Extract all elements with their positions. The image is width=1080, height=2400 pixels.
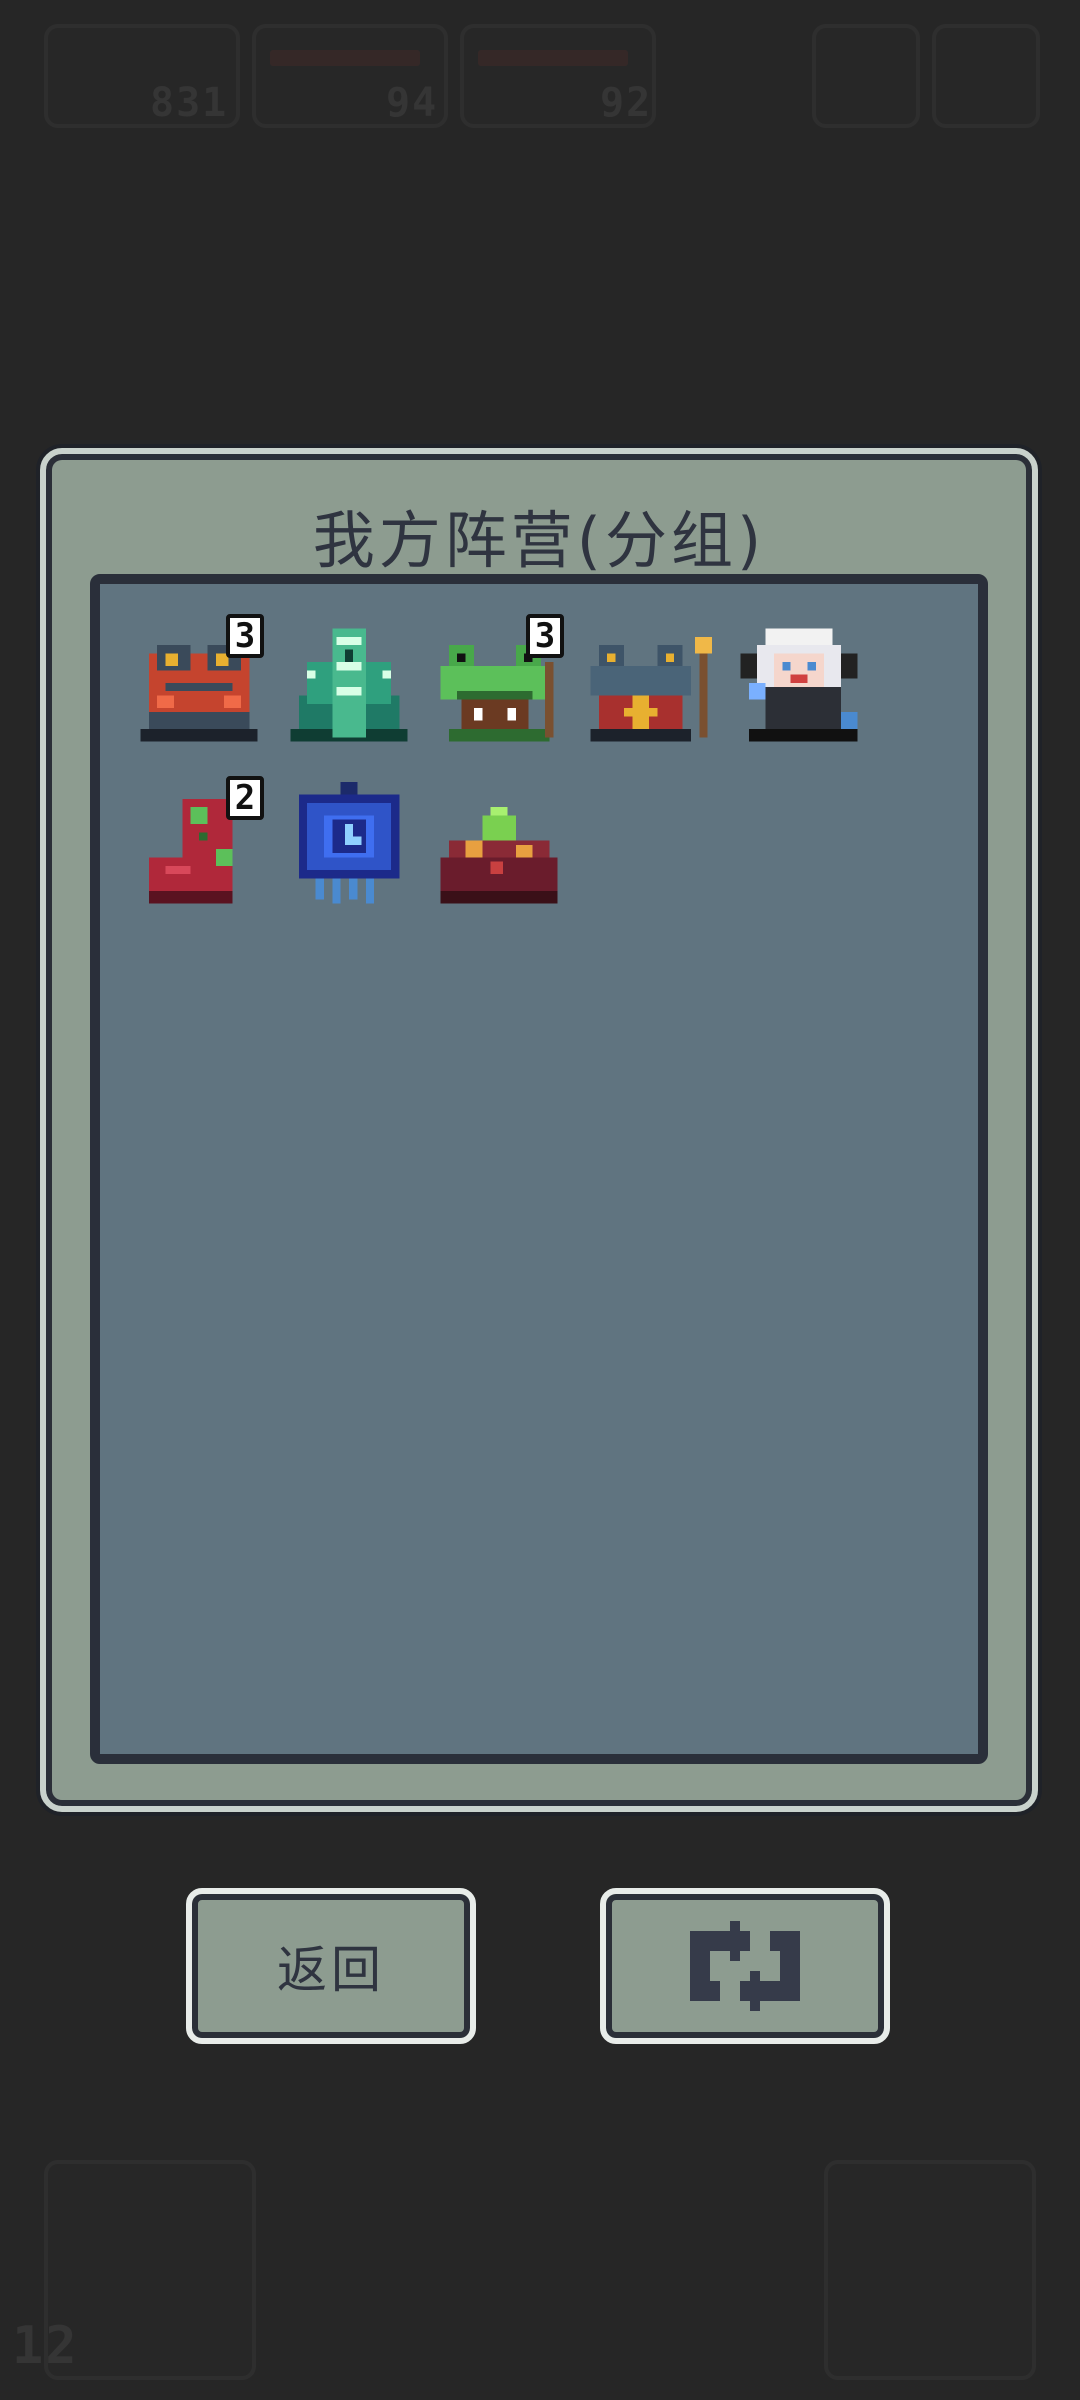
unit-list-area: 3 3 2	[90, 574, 988, 1764]
unit-red-sock-creature[interactable]: 2	[124, 774, 274, 914]
unit-blue-frog-mage[interactable]	[574, 612, 724, 752]
cactus-snake-icon	[290, 628, 408, 742]
slime-mound-icon	[440, 807, 558, 904]
frog-mage-icon	[590, 636, 712, 742]
unit-level-badge: 2	[226, 776, 264, 820]
panel-title: 我方阵营(分组)	[312, 504, 766, 577]
unit-red-toad[interactable]: 3	[124, 612, 274, 752]
unit-level-badge: 3	[526, 614, 564, 658]
unit-grid: 3 3 2	[124, 612, 964, 914]
unit-blue-clock-lantern[interactable]	[274, 774, 424, 914]
back-button[interactable]: 返回	[186, 1888, 476, 2044]
refresh-button[interactable]	[600, 1888, 890, 2044]
unit-green-cactus-snake[interactable]	[274, 612, 424, 752]
witch-icon	[740, 628, 858, 742]
unit-level-badge: 3	[226, 614, 264, 658]
back-button-label: 返回	[277, 1941, 385, 1999]
unit-green-frog-warrior[interactable]: 3	[424, 612, 574, 752]
unit-slime-mound[interactable]	[424, 774, 574, 914]
clock-lantern-icon	[298, 782, 400, 904]
unit-white-haired-witch[interactable]	[724, 612, 874, 752]
team-panel: 我方阵营(分组) 3 3 2	[40, 448, 1038, 1812]
refresh-icon	[690, 1921, 800, 2011]
